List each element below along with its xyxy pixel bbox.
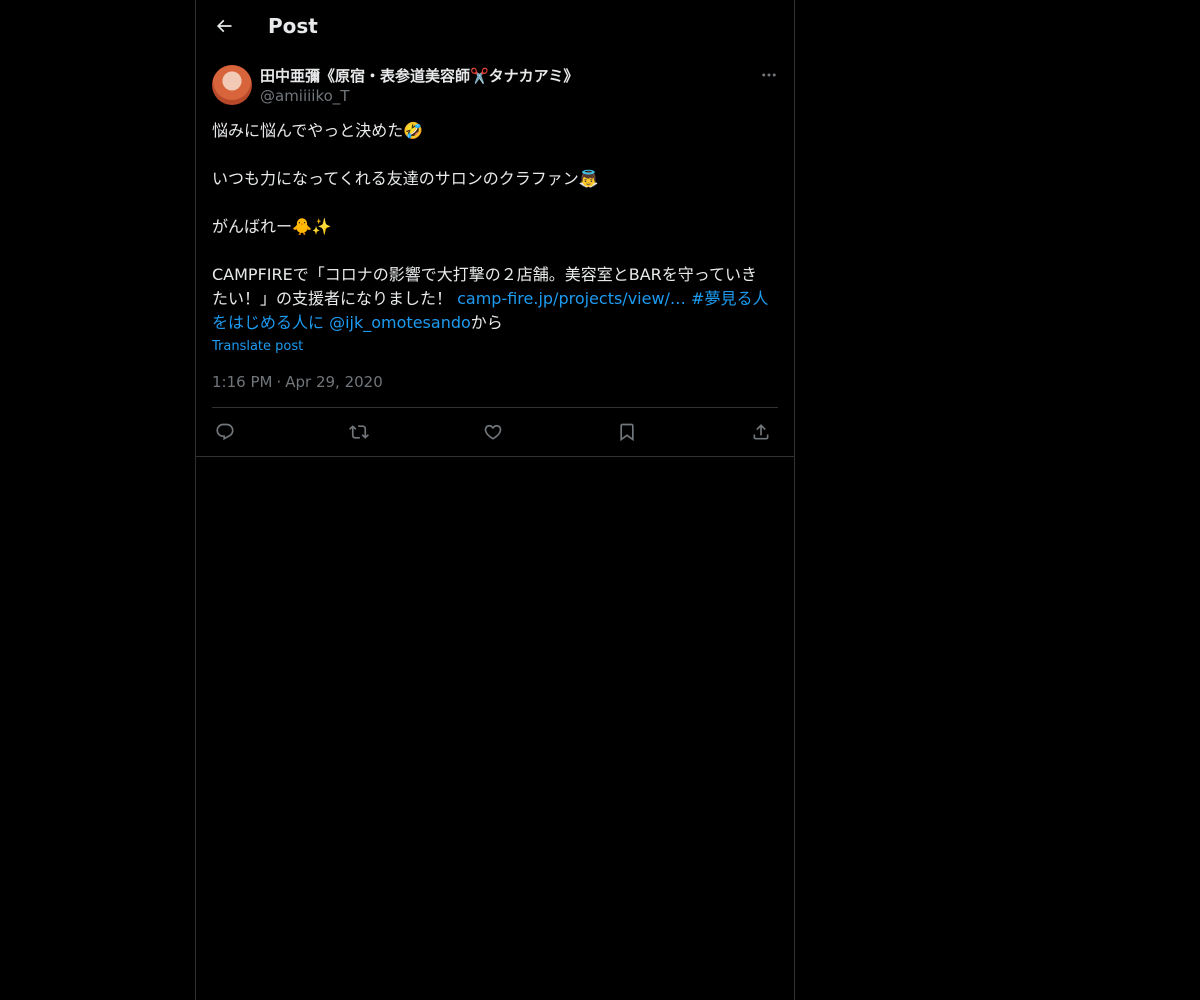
post-line-2: いつも力になってくれる友達のサロンのクラファン👼 xyxy=(212,169,599,188)
page-title: Post xyxy=(268,14,318,38)
like-button[interactable] xyxy=(480,419,506,445)
post-article: 田中亜彌《原宿・表参道美容師✂️タナカアミ》 @amiiiiko_T 悩みに悩ん… xyxy=(196,53,794,457)
repost-button[interactable] xyxy=(346,419,372,445)
post-suffix: から xyxy=(470,313,503,332)
post-line-3: がんばれー🐥✨ xyxy=(212,217,332,236)
primary-column: Post 田中亜彌《原宿・表参道美容師✂️タナカアミ》 @amiiiiko_T … xyxy=(195,0,795,1000)
translate-post-button[interactable]: Translate post xyxy=(212,338,303,356)
repost-icon xyxy=(349,425,369,439)
reply-button[interactable] xyxy=(212,419,238,445)
more-icon xyxy=(762,73,776,77)
arrow-left-icon xyxy=(216,19,232,33)
timestamp-separator: · xyxy=(276,373,282,391)
post-line-4: CAMPFIREで「コロナの影響で大打撃の２店舗。美容室とBARを守っていきたい… xyxy=(212,263,772,335)
author-handle[interactable]: @amiiiiko_T xyxy=(260,86,349,106)
share-button[interactable] xyxy=(748,419,774,445)
share-icon xyxy=(753,424,769,440)
post-time: 1:16 PM xyxy=(212,373,273,391)
back-button[interactable] xyxy=(206,8,242,44)
post-date: Apr 29, 2020 xyxy=(285,373,383,391)
external-link[interactable]: camp-fire.jp/projects/view/… xyxy=(457,289,686,308)
action-bar xyxy=(212,419,778,445)
post-timestamp[interactable]: 1:16 PM · Apr 29, 2020 xyxy=(212,372,383,392)
reply-icon xyxy=(216,423,234,441)
divider xyxy=(212,407,778,408)
mention-link[interactable]: @ijk_omotesando xyxy=(329,313,471,332)
avatar[interactable] xyxy=(212,65,252,105)
author-name[interactable]: 田中亜彌《原宿・表参道美容師✂️タナカアミ》 xyxy=(260,66,578,86)
bookmark-icon xyxy=(620,423,634,442)
bookmark-button[interactable] xyxy=(614,419,640,445)
top-bar: Post xyxy=(196,0,794,53)
post-text: 悩みに悩んでやっと決めた🤣 いつも力になってくれる友達のサロンのクラファン👼 が… xyxy=(212,119,772,335)
heart-icon xyxy=(484,424,502,440)
post-line-1: 悩みに悩んでやっと決めた🤣 xyxy=(212,121,424,140)
more-button[interactable] xyxy=(758,65,780,85)
